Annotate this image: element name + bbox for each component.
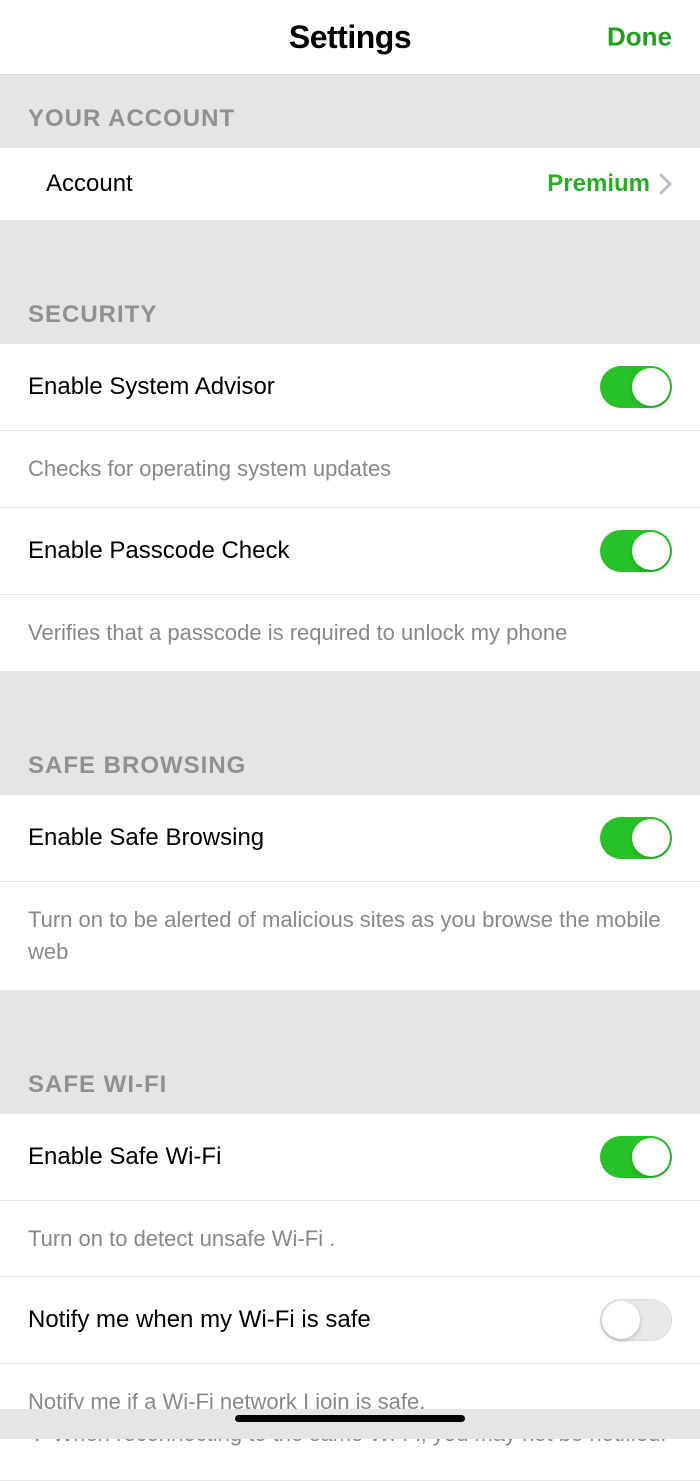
safe-browsing-label: Enable Safe Browsing	[28, 824, 264, 852]
wifi-notify-toggle[interactable]	[600, 1299, 672, 1341]
section-title-wifi: SAFE WI-FI	[28, 1071, 672, 1099]
account-row[interactable]: Account Premium	[0, 147, 700, 221]
section-header-account: YOUR ACCOUNT	[0, 75, 700, 147]
safe-wifi-row: Enable Safe Wi-Fi	[0, 1113, 700, 1201]
page-title: Settings	[289, 19, 411, 56]
section-title-security: SECURITY	[28, 301, 672, 329]
safe-wifi-label: Enable Safe Wi-Fi	[28, 1143, 221, 1171]
toggle-knob	[632, 532, 670, 570]
system-advisor-toggle[interactable]	[600, 366, 672, 408]
safe-wifi-toggle[interactable]	[600, 1136, 672, 1178]
passcode-toggle[interactable]	[600, 530, 672, 572]
bottom-bar	[0, 1409, 700, 1439]
toggle-knob	[602, 1301, 640, 1339]
safe-browsing-toggle[interactable]	[600, 817, 672, 859]
home-indicator	[235, 1415, 465, 1422]
section-title-browsing: SAFE BROWSING	[28, 752, 672, 780]
system-advisor-desc: Checks for operating system updates	[0, 431, 700, 507]
account-value: Premium	[547, 170, 650, 198]
safe-browsing-row: Enable Safe Browsing	[0, 794, 700, 882]
system-advisor-label: Enable System Advisor	[28, 373, 275, 401]
account-label: Account	[28, 170, 133, 198]
section-header-browsing: SAFE BROWSING	[0, 672, 700, 794]
toggle-knob	[632, 1138, 670, 1176]
chevron-right-icon	[658, 172, 672, 196]
section-title-account: YOUR ACCOUNT	[28, 105, 672, 133]
system-advisor-row: Enable System Advisor	[0, 343, 700, 431]
wifi-notify-label: Notify me when my Wi-Fi is safe	[28, 1306, 371, 1334]
passcode-label: Enable Passcode Check	[28, 537, 290, 565]
wifi-notify-row: Notify me when my Wi-Fi is safe	[0, 1276, 700, 1364]
safe-browsing-desc: Turn on to be alerted of malicious sites…	[0, 882, 700, 991]
section-header-security: SECURITY	[0, 221, 700, 343]
passcode-row: Enable Passcode Check	[0, 507, 700, 595]
section-header-wifi: SAFE WI-FI	[0, 991, 700, 1113]
safe-wifi-desc: Turn on to detect unsafe Wi-Fi .	[0, 1201, 700, 1277]
done-button[interactable]: Done	[607, 22, 672, 53]
toggle-knob	[632, 368, 670, 406]
header-bar: Settings Done	[0, 0, 700, 75]
toggle-knob	[632, 819, 670, 857]
account-value-wrap: Premium	[547, 170, 672, 198]
passcode-desc: Verifies that a passcode is required to …	[0, 595, 700, 672]
